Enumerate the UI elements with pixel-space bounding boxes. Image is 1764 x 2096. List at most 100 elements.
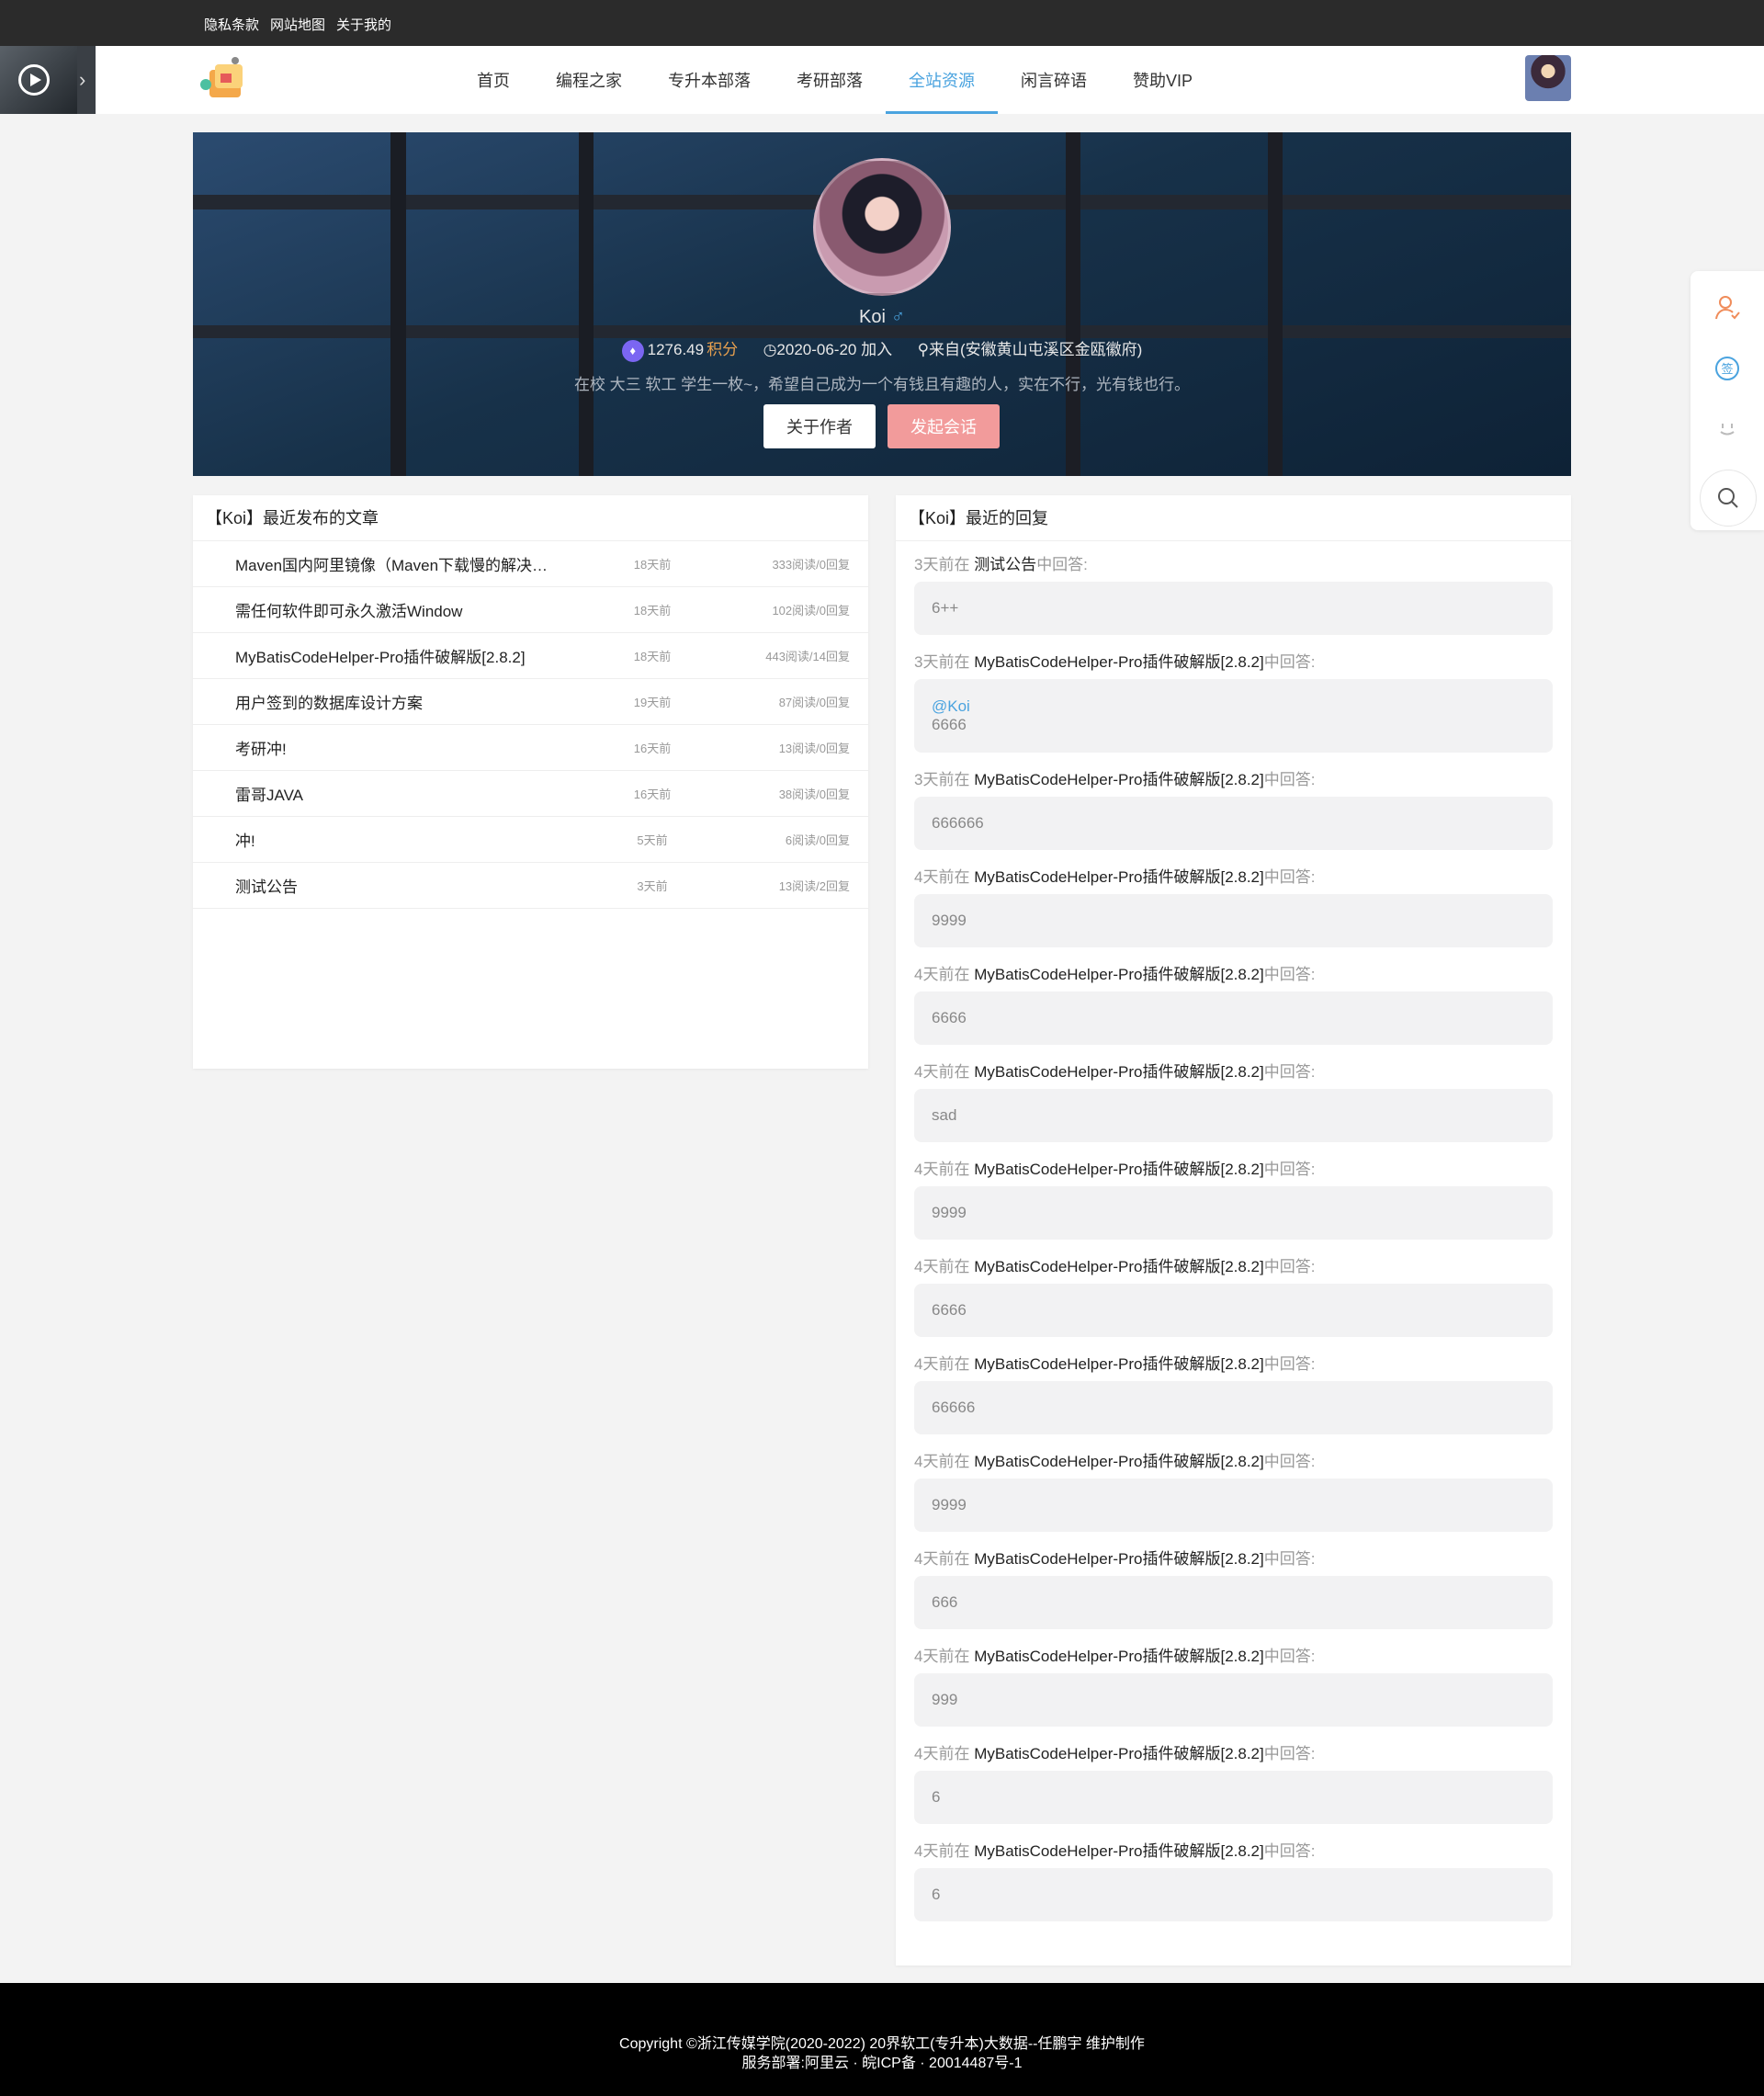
reply-time: 4天前在 xyxy=(914,1355,975,1373)
reply-text: 6666 xyxy=(932,716,967,733)
profile-banner: Koi ♂ ♦ 1276.49 积分 ◷2020-06-20 加入 ⚲来自(安徽黄山屯… xyxy=(193,132,1571,476)
reply-in-label: 中回答: xyxy=(1263,771,1316,788)
chevron-right-icon[interactable]: › xyxy=(79,68,85,92)
reply-content: 6++ xyxy=(914,582,1553,635)
reply-content: 666666 xyxy=(914,797,1553,850)
reply-content: 9999 xyxy=(914,1479,1553,1532)
reply-content: 66666 xyxy=(914,1381,1553,1434)
profile-username: Koi xyxy=(859,307,886,327)
article-date: 5天前 xyxy=(637,833,668,847)
article-row[interactable]: 用户签到的数据库设计方案 19天前 87阅读/0回复 xyxy=(193,679,868,725)
article-date: 19天前 xyxy=(633,696,672,709)
reply-header: 4天前在 MyBatisCodeHelper-Pro插件破解版[2.8.2]中回… xyxy=(914,1633,1553,1673)
reply-article-link[interactable]: MyBatisCodeHelper-Pro插件破解版[2.8.2] xyxy=(974,868,1264,886)
reply-content: @Koi 6666 xyxy=(914,679,1553,753)
play-icon[interactable] xyxy=(18,64,50,96)
reply-item: 4天前在 MyBatisCodeHelper-Pro插件破解版[2.8.2]中回… xyxy=(896,1535,1571,1629)
reply-item: 4天前在 MyBatisCodeHelper-Pro插件破解版[2.8.2]中回… xyxy=(896,1828,1571,1921)
article-date: 18天前 xyxy=(633,558,672,572)
privacy-link[interactable]: 隐私条款 xyxy=(204,15,259,34)
search-icon[interactable] xyxy=(1700,470,1757,527)
reply-article-link[interactable]: MyBatisCodeHelper-Pro插件破解版[2.8.2] xyxy=(974,1355,1264,1373)
music-player[interactable]: › xyxy=(0,46,96,114)
site-logo[interactable] xyxy=(195,53,255,108)
reply-article-link[interactable]: 测试公告 xyxy=(974,556,1036,573)
reply-header: 3天前在 MyBatisCodeHelper-Pro插件破解版[2.8.2]中回… xyxy=(914,639,1553,679)
reply-article-link[interactable]: MyBatisCodeHelper-Pro插件破解版[2.8.2] xyxy=(974,1063,1264,1081)
article-row[interactable]: Maven国内阿里镜像（Maven下载慢的解决… 18天前 333阅读/0回复 xyxy=(193,541,868,587)
reply-content: 666 xyxy=(914,1576,1553,1629)
reply-time: 4天前在 xyxy=(914,1063,975,1081)
face-icon[interactable] xyxy=(1709,411,1746,448)
reply-header: 4天前在 MyBatisCodeHelper-Pro插件破解版[2.8.2]中回… xyxy=(914,951,1553,991)
reply-in-label: 中回答: xyxy=(1263,653,1316,671)
reply-article-link[interactable]: MyBatisCodeHelper-Pro插件破解版[2.8.2] xyxy=(974,1258,1264,1275)
footer-icp: 服务部署:阿里云 · 皖ICP备 · 20014487号-1 xyxy=(741,2056,1023,2071)
reply-article-link[interactable]: MyBatisCodeHelper-Pro插件破解版[2.8.2] xyxy=(974,1453,1264,1470)
points-label: 积分 xyxy=(707,341,739,358)
reply-article-link[interactable]: MyBatisCodeHelper-Pro插件破解版[2.8.2] xyxy=(974,1161,1264,1178)
reply-article-link[interactable]: MyBatisCodeHelper-Pro插件破解版[2.8.2] xyxy=(974,771,1264,788)
reply-time: 4天前在 xyxy=(914,868,975,886)
reply-article-link[interactable]: MyBatisCodeHelper-Pro插件破解版[2.8.2] xyxy=(974,1648,1264,1665)
sign-in-icon[interactable]: 签 xyxy=(1709,350,1746,387)
nav-vip[interactable]: 赞助VIP xyxy=(1110,46,1216,114)
article-row[interactable]: 冲! 5天前 6阅读/0回复 xyxy=(193,817,868,863)
reply-item: 3天前在 MyBatisCodeHelper-Pro插件破解版[2.8.2]中回… xyxy=(896,639,1571,753)
article-title[interactable]: Maven国内阿里镜像（Maven下载慢的解决… xyxy=(235,552,575,575)
reply-header: 4天前在 MyBatisCodeHelper-Pro插件破解版[2.8.2]中回… xyxy=(914,854,1553,894)
article-row[interactable]: MyBatisCodeHelper-Pro插件破解版[2.8.2] 18天前 443… xyxy=(193,633,868,679)
article-row[interactable]: 测试公告 3天前 13阅读/2回复 xyxy=(193,863,868,909)
article-row[interactable]: 雷哥JAVA 16天前 38阅读/0回复 xyxy=(193,771,868,817)
reply-header: 3天前在 测试公告中回答: xyxy=(914,541,1553,582)
profile-name: Koi ♂ xyxy=(193,307,1571,328)
article-title[interactable]: 考研冲! xyxy=(235,736,575,759)
reply-content: sad xyxy=(914,1089,1553,1142)
article-title[interactable]: 冲! xyxy=(235,828,575,851)
reply-time: 4天前在 xyxy=(914,1842,975,1860)
reply-item: 4天前在 MyBatisCodeHelper-Pro插件破解版[2.8.2]中回… xyxy=(896,1146,1571,1240)
reply-header: 4天前在 MyBatisCodeHelper-Pro插件破解版[2.8.2]中回… xyxy=(914,1146,1553,1186)
reply-in-label: 中回答: xyxy=(1263,1355,1316,1373)
reply-header: 4天前在 MyBatisCodeHelper-Pro插件破解版[2.8.2]中回… xyxy=(914,1048,1553,1089)
reply-in-label: 中回答: xyxy=(1263,1842,1316,1860)
recent-replies-title: 【Koi】最近的回复 xyxy=(896,495,1571,541)
location-text: 来自(安徽黄山屯溪区金瓯徽府) xyxy=(929,341,1143,358)
points-badge-icon: ♦ xyxy=(621,339,644,362)
article-date: 3天前 xyxy=(637,879,668,893)
user-avatar[interactable] xyxy=(1525,55,1571,101)
article-title[interactable]: 雷哥JAVA xyxy=(235,782,575,805)
article-title[interactable]: 用户签到的数据库设计方案 xyxy=(235,690,575,713)
profile-meta: ♦ 1276.49 积分 ◷2020-06-20 加入 ⚲来自(安徽黄山屯溪区金瓯徽… xyxy=(193,336,1571,362)
reply-content: 6666 xyxy=(914,991,1553,1045)
reply-article-link[interactable]: MyBatisCodeHelper-Pro插件破解版[2.8.2] xyxy=(974,966,1264,983)
reply-article-link[interactable]: MyBatisCodeHelper-Pro插件破解版[2.8.2] xyxy=(974,653,1264,671)
nav-upgrade[interactable]: 专升本部落 xyxy=(645,46,774,114)
nav-postgrad[interactable]: 考研部落 xyxy=(774,46,886,114)
reply-time: 4天前在 xyxy=(914,1161,975,1178)
reply-article-link[interactable]: MyBatisCodeHelper-Pro插件破解版[2.8.2] xyxy=(974,1842,1264,1860)
article-title[interactable]: 测试公告 xyxy=(235,874,575,897)
article-title[interactable]: MyBatisCodeHelper-Pro插件破解版[2.8.2] xyxy=(235,644,575,667)
reply-mention[interactable]: @Koi xyxy=(932,697,970,716)
article-row[interactable]: 考研冲! 16天前 13阅读/0回复 xyxy=(193,725,868,771)
nav-home[interactable]: 首页 xyxy=(454,46,533,114)
about-author-button[interactable]: 关于作者 xyxy=(763,404,876,448)
reply-article-link[interactable]: MyBatisCodeHelper-Pro插件破解版[2.8.2] xyxy=(974,1745,1264,1762)
join-date: 2020-06-20 加入 xyxy=(776,341,893,358)
about-me-link[interactable]: 关于我的 xyxy=(336,15,391,34)
recent-articles-card: 【Koi】最近发布的文章 Maven国内阿里镜像（Maven下载慢的解决… 18天… xyxy=(193,495,868,1069)
nav-chatter[interactable]: 闲言碎语 xyxy=(998,46,1110,114)
start-chat-button[interactable]: 发起会话 xyxy=(888,404,1000,448)
reply-in-label: 中回答: xyxy=(1263,1258,1316,1275)
points-value: 1276.49 xyxy=(647,341,705,358)
top-bar: 隐私条款 网站地图 关于我的 xyxy=(0,0,1764,46)
reply-article-link[interactable]: MyBatisCodeHelper-Pro插件破解版[2.8.2] xyxy=(974,1550,1264,1568)
nav-programming[interactable]: 编程之家 xyxy=(533,46,645,114)
nav-resources[interactable]: 全站资源 xyxy=(886,46,998,114)
article-row[interactable]: 需任何软件即可永久激活Window 18天前 102阅读/0回复 xyxy=(193,587,868,633)
reply-item: 4天前在 MyBatisCodeHelper-Pro插件破解版[2.8.2]中回… xyxy=(896,1730,1571,1824)
user-icon[interactable] xyxy=(1709,289,1746,326)
sitemap-link[interactable]: 网站地图 xyxy=(270,15,325,34)
article-title[interactable]: 需任何软件即可永久激活Window xyxy=(235,598,575,621)
